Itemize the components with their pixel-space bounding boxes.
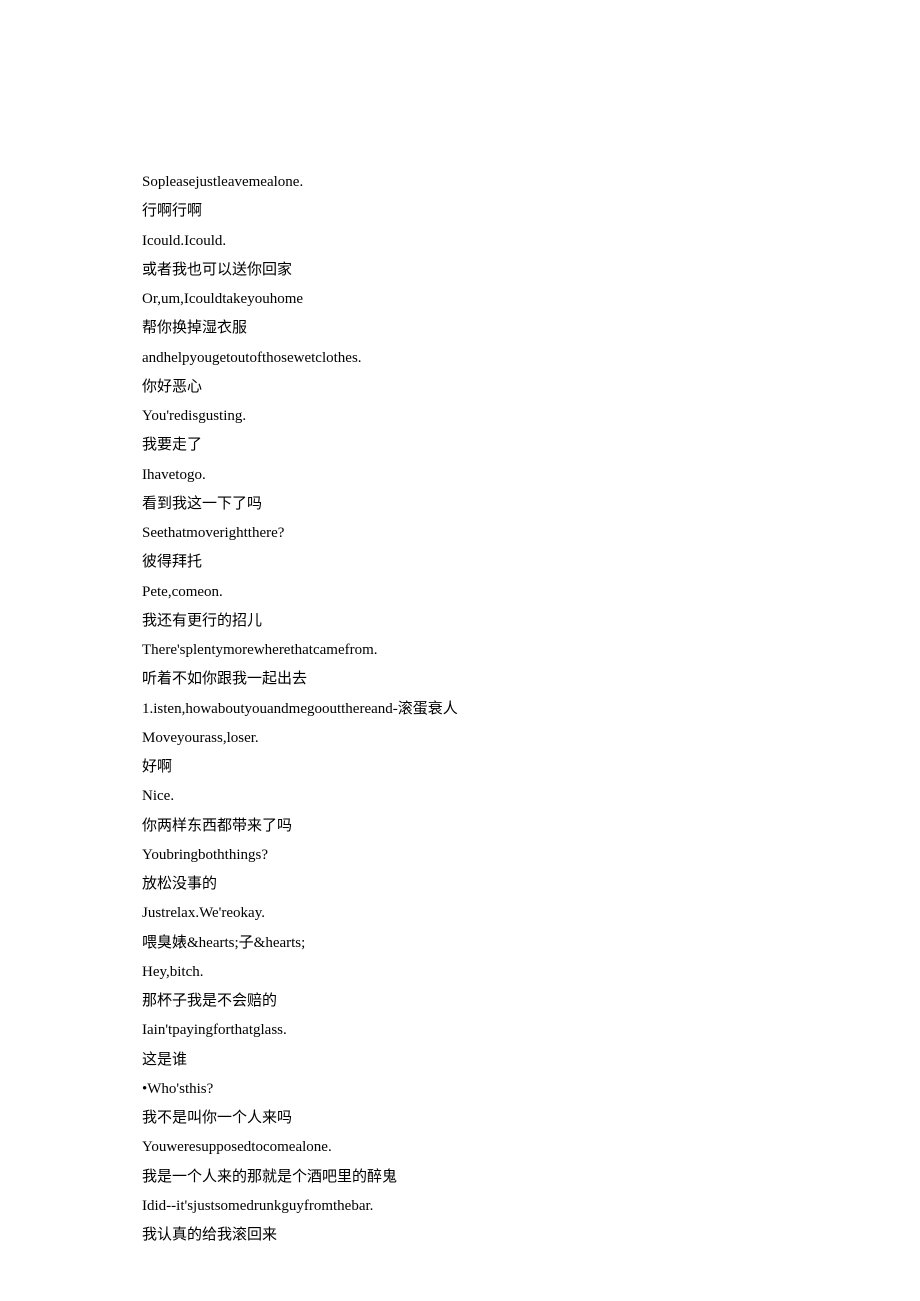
transcript-line: Or,um,Icouldtakeyouhome: [142, 285, 920, 314]
transcript-line: Hey,bitch.: [142, 958, 920, 987]
transcript-line: Icould.Icould.: [142, 227, 920, 256]
transcript-line: Moveyourass,loser.: [142, 724, 920, 753]
transcript-line: 好啊: [142, 753, 920, 782]
transcript-line: 我还有更行的招儿: [142, 607, 920, 636]
transcript-line: 1.isten,howaboutyouandmegooutthereand-滚蛋…: [142, 695, 920, 724]
transcript-line: Seethatmoverightthere?: [142, 519, 920, 548]
transcript-line: andhelpyougetoutofthosewetclothes.: [142, 344, 920, 373]
transcript-line: 放松没事的: [142, 870, 920, 899]
transcript-line: 那杯子我是不会赔的: [142, 987, 920, 1016]
transcript-line: 我不是叫你一个人来吗: [142, 1104, 920, 1133]
transcript-line: Nice.: [142, 782, 920, 811]
transcript-line: •Who'sthis?: [142, 1075, 920, 1104]
transcript-line: 彼得拜托: [142, 548, 920, 577]
transcript-line: Ihavetogo.: [142, 461, 920, 490]
transcript-line: 听着不如你跟我一起出去: [142, 665, 920, 694]
transcript-body: Sopleasejustleavemealone.行啊行啊Icould.Icou…: [142, 168, 920, 1250]
transcript-line: 我是一个人来的那就是个酒吧里的醉鬼: [142, 1163, 920, 1192]
transcript-line: 喂臭婊&hearts;子&hearts;: [142, 929, 920, 958]
transcript-line: 我认真的给我滚回来: [142, 1221, 920, 1250]
transcript-line: 看到我这一下了吗: [142, 490, 920, 519]
transcript-line: Idid--it'sjustsomedrunkguyfromthebar.: [142, 1192, 920, 1221]
transcript-line: Justrelax.We'reokay.: [142, 899, 920, 928]
transcript-line: Youbringboththings?: [142, 841, 920, 870]
transcript-line: 你两样东西都带来了吗: [142, 812, 920, 841]
transcript-line: 这是谁: [142, 1046, 920, 1075]
transcript-line: Youweresupposedtocomealone.: [142, 1133, 920, 1162]
transcript-line: There'splentymorewherethatcamefrom.: [142, 636, 920, 665]
transcript-line: Sopleasejustleavemealone.: [142, 168, 920, 197]
transcript-line: You'redisgusting.: [142, 402, 920, 431]
transcript-line: 你好恶心: [142, 373, 920, 402]
transcript-line: Pete,comeon.: [142, 578, 920, 607]
transcript-line: 或者我也可以送你回家: [142, 256, 920, 285]
transcript-line: 我要走了: [142, 431, 920, 460]
transcript-line: 行啊行啊: [142, 197, 920, 226]
transcript-line: Iain'tpayingforthatglass.: [142, 1016, 920, 1045]
transcript-line: 帮你换掉湿衣服: [142, 314, 920, 343]
